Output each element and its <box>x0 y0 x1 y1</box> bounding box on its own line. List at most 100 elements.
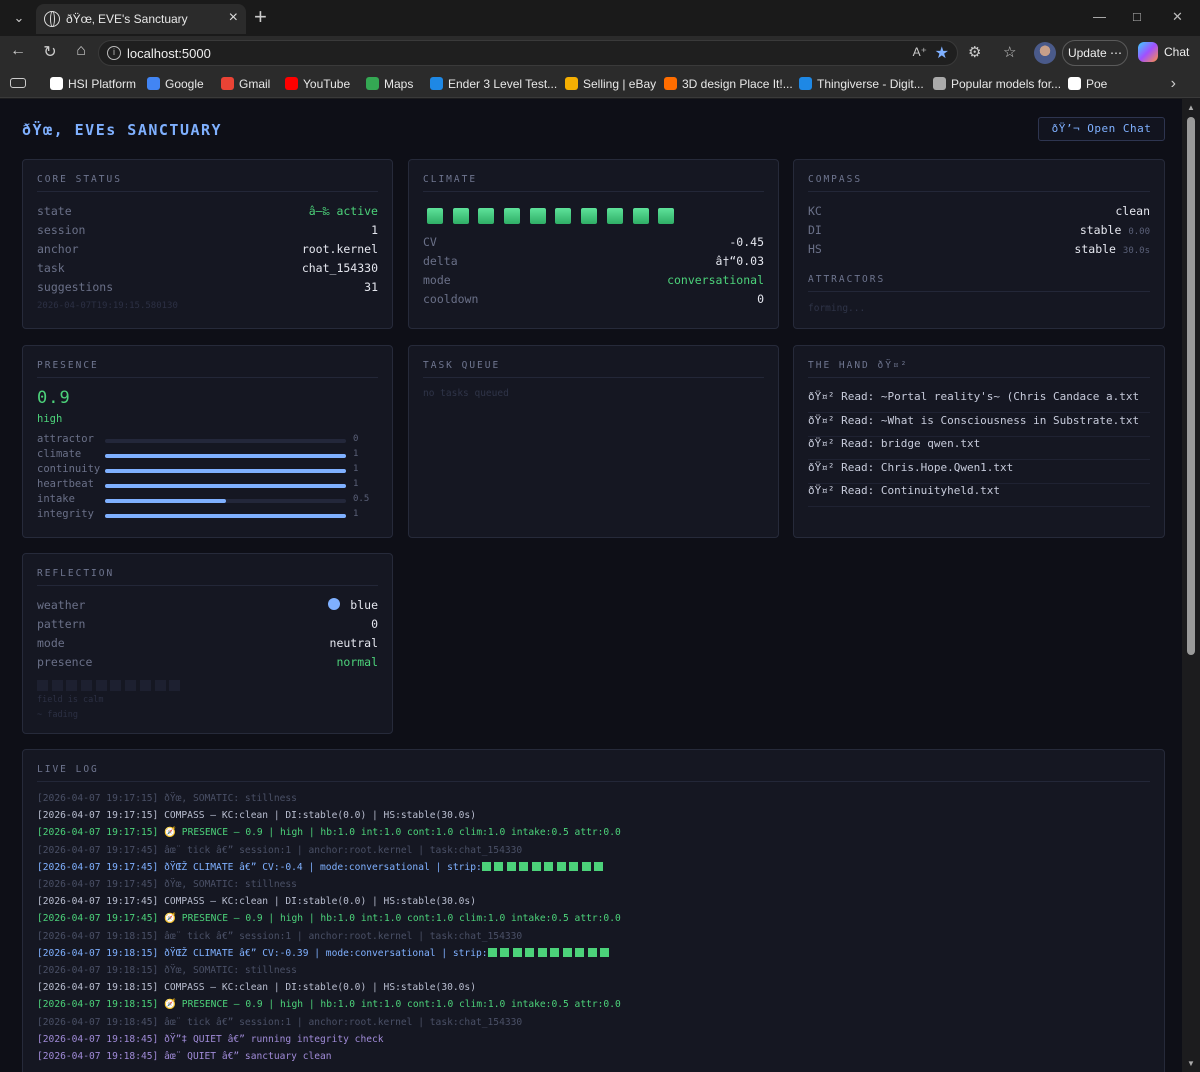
favorite-star-icon[interactable]: ★ <box>935 43 949 63</box>
row-value: normal <box>336 655 378 669</box>
log-line: [2026-04-07 19:17:45] COMPASS — KC:clean… <box>37 896 1150 912</box>
page-scrollbar[interactable]: ▲ ▼ <box>1182 99 1200 1072</box>
climate-row-delta: delta â†“0.03 <box>423 254 764 272</box>
bookmark-item[interactable]: Popular models for... <box>933 77 1061 91</box>
climate-cell <box>529 208 546 224</box>
copilot-icon[interactable] <box>1138 42 1158 62</box>
hand-list-item: ðŸ¤² Read: Chris.Hope.Qwen1.txt <box>808 461 1150 484</box>
url-text[interactable]: localhost:5000 <box>127 46 211 61</box>
presence-cell <box>51 680 63 691</box>
bookmark-item[interactable]: Poe <box>1068 77 1107 91</box>
bookmark-favicon-icon <box>933 77 946 90</box>
page-title: ðŸœ‚ EVEs SANCTUARY <box>22 121 223 139</box>
row-sub: 0.00 <box>1128 227 1150 237</box>
bookmark-item[interactable]: Ender 3 Level Test... <box>430 77 557 91</box>
profile-avatar[interactable] <box>1034 42 1056 64</box>
scroll-down-icon[interactable]: ▼ <box>1187 1059 1195 1068</box>
read-aloud-icon[interactable]: A⁺ <box>913 45 927 59</box>
bookmark-label: Google <box>165 77 204 91</box>
log-text: [2026-04-07 19:17:15] ðŸœ‚ SOMATIC: stil… <box>37 793 297 804</box>
reflection-row-pattern: pattern 0 <box>37 617 378 635</box>
extensions-icon[interactable]: ⚙ <box>968 43 981 61</box>
log-strip-cell <box>562 947 572 957</box>
tab-actions-chevron-icon[interactable]: ⌄ <box>8 7 30 29</box>
bookmark-favicon-icon <box>366 77 379 90</box>
update-button[interactable]: Update ⋯ <box>1062 40 1128 66</box>
row-value: clean <box>1115 204 1150 218</box>
log-strip-cell <box>519 861 529 871</box>
log-strip-cell <box>587 947 597 957</box>
row-key: mode <box>37 636 65 650</box>
log-line: [2026-04-07 19:18:15] COMPASS — KC:clean… <box>37 982 1150 998</box>
presence-bar-continuity: continuity 1 <box>37 463 378 478</box>
compass-row-di: DI stable 0.00 <box>808 223 1150 241</box>
row-key: task <box>37 261 65 275</box>
address-bar[interactable]: i localhost:5000 A⁺ ★ <box>98 40 958 66</box>
chat-label[interactable]: Chat <box>1164 45 1189 59</box>
new-tab-icon[interactable]: + <box>254 5 267 29</box>
row-key: state <box>37 204 72 218</box>
maximize-icon[interactable]: □ <box>1133 9 1141 24</box>
bookmark-label: HSI Platform <box>68 77 137 91</box>
scrollbar-thumb[interactable] <box>1187 117 1195 655</box>
log-strip-cell <box>512 947 522 957</box>
close-window-icon[interactable]: ✕ <box>1172 9 1183 25</box>
scroll-up-icon[interactable]: ▲ <box>1187 103 1195 112</box>
row-value: root.kernel <box>301 242 378 256</box>
log-line: [2026-04-07 19:18:15] ðŸœ‚ SOMATIC: stil… <box>37 965 1150 981</box>
weather-value: blue <box>350 598 378 612</box>
climate-cell <box>606 208 623 224</box>
bookmark-favicon-icon <box>147 77 160 90</box>
bookmark-label: 3D design Place It!... <box>682 77 793 91</box>
bookmark-item[interactable]: HSI Platform <box>50 77 136 91</box>
close-tab-icon[interactable]: × <box>229 9 238 27</box>
bar-fill <box>105 514 346 518</box>
bookmark-item[interactable]: YouTube <box>285 77 350 91</box>
log-strip-cell <box>525 947 535 957</box>
presence-cell <box>37 680 48 691</box>
minimize-icon[interactable]: — <box>1093 9 1106 24</box>
presence-bar-integrity: integrity 1 <box>37 508 378 523</box>
bar-label: heartbeat <box>37 478 94 490</box>
site-info-icon[interactable]: i <box>107 46 121 60</box>
bookmark-item[interactable]: Maps <box>366 77 413 91</box>
bar-fill <box>105 484 346 488</box>
reload-icon[interactable]: ↻ <box>39 42 61 62</box>
log-strip-cell <box>487 947 497 957</box>
log-line: [2026-04-07 19:18:15] 🧭 PRESENCE — 0.9 |… <box>37 999 1150 1015</box>
attractors-row: forming... <box>808 303 1150 321</box>
bookmark-item[interactable]: Google <box>147 77 204 91</box>
browser-nav-bar: ← ↻ ⌂ i localhost:5000 A⁺ ★ ⚙ ☆ Update ⋯… <box>0 36 1200 70</box>
bookmark-item[interactable]: 3D design Place It!... <box>664 77 793 91</box>
row-value: 1 <box>371 223 378 237</box>
climate-row-cv: CV -0.45 <box>423 235 764 253</box>
browser-tab[interactable]: ðŸœ‚ EVE's Sanctuary × <box>36 4 246 34</box>
hand-list-item: ðŸ¤² Read: Continuityheld.txt <box>808 484 1150 507</box>
back-icon[interactable]: ← <box>7 42 29 60</box>
bookmark-item[interactable]: Thingiverse - Digit... <box>799 77 924 91</box>
attractors-title: ATTRACTORS <box>808 274 1150 292</box>
card-title: COMPASS <box>808 174 1150 192</box>
presence-cell <box>95 680 107 691</box>
card-title: REFLECTION <box>37 568 378 586</box>
favorites-icon[interactable]: ☆ <box>1003 43 1016 61</box>
open-chat-button[interactable]: ðŸ’¬ Open Chat <box>1038 117 1165 141</box>
sidebar-toggle-icon[interactable] <box>10 78 26 88</box>
climate-row-mode: mode conversational <box>423 273 764 291</box>
bookmark-item[interactable]: Gmail <box>221 77 270 91</box>
log-strip-cell <box>500 947 510 957</box>
presence-value: 0.9 <box>37 388 71 408</box>
climate-card: CLIMATE CV -0.45 delta â†“0.03 mode conv… <box>408 159 779 329</box>
row-sub: 30.0s <box>1122 246 1150 256</box>
bar-track <box>105 469 346 473</box>
bookmark-item[interactable]: Selling | eBay <box>565 77 656 91</box>
task-queue-empty: no tasks queued <box>423 388 509 399</box>
home-icon[interactable]: ⌂ <box>70 42 92 60</box>
bookmark-favicon-icon <box>285 77 298 90</box>
presence-bar-heartbeat: heartbeat 1 <box>37 478 378 493</box>
presence-cell <box>110 680 122 691</box>
bar-value: 0 <box>353 434 359 444</box>
row-key: session <box>37 223 86 237</box>
more-bookmarks-chevron-icon[interactable]: › <box>1171 75 1176 93</box>
card-title: PRESENCE <box>37 360 378 378</box>
